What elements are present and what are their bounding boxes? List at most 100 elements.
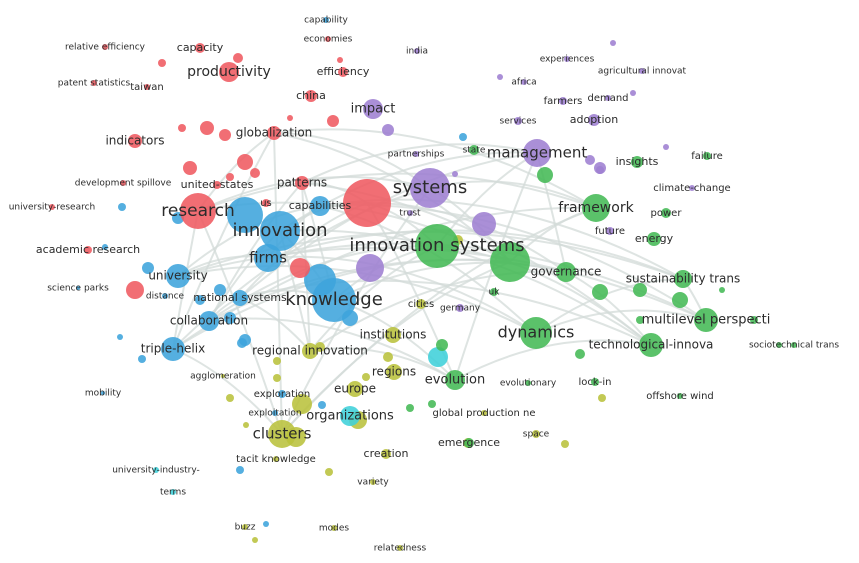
- node-label[interactable]: sustainability trans: [626, 272, 741, 286]
- node-circle[interactable]: [610, 40, 616, 46]
- node-circle[interactable]: [233, 53, 243, 63]
- node-label[interactable]: organizations: [306, 409, 394, 424]
- node-label[interactable]: exploitation: [248, 409, 301, 419]
- node-circle[interactable]: [356, 254, 384, 282]
- node-label[interactable]: development spillove: [75, 179, 172, 189]
- node-circle[interactable]: [252, 537, 258, 543]
- node-circle[interactable]: [561, 440, 569, 448]
- node-label[interactable]: emergence: [438, 436, 500, 449]
- node-label[interactable]: africa: [511, 78, 536, 88]
- node-label[interactable]: university-industry-: [112, 466, 200, 476]
- node-label[interactable]: distance: [146, 292, 185, 302]
- node-label[interactable]: patent statistics: [58, 79, 131, 89]
- node-label[interactable]: insights: [616, 155, 659, 168]
- node-label[interactable]: globalization: [236, 126, 313, 140]
- node-label[interactable]: indicators: [105, 134, 164, 148]
- node-label[interactable]: innovation systems: [349, 235, 524, 256]
- node-label[interactable]: productivity: [187, 64, 271, 80]
- node-label[interactable]: buzz: [235, 523, 256, 533]
- node-label[interactable]: us: [260, 198, 272, 209]
- node-circle[interactable]: [596, 166, 604, 174]
- node-label[interactable]: regional innovation: [252, 344, 368, 358]
- node-circle[interactable]: [200, 121, 214, 135]
- node-label[interactable]: knowledge: [285, 289, 383, 310]
- node-circle[interactable]: [226, 394, 234, 402]
- node-label[interactable]: energy: [635, 232, 674, 245]
- node-label[interactable]: governance: [531, 265, 602, 279]
- node-label[interactable]: institutions: [360, 328, 427, 342]
- node-label[interactable]: patterns: [277, 176, 327, 190]
- node-label[interactable]: collaboration: [170, 314, 248, 328]
- node-circle[interactable]: [219, 129, 231, 141]
- network-canvas[interactable]: relative efficiency capacity productivity p…: [0, 0, 859, 563]
- node-label[interactable]: innovation: [233, 220, 328, 241]
- node-label[interactable]: science parks: [47, 284, 109, 294]
- node-label[interactable]: tacit knowledge: [236, 454, 316, 465]
- node-circle[interactable]: [126, 281, 144, 299]
- node-label[interactable]: climate-change: [653, 183, 730, 194]
- node-label[interactable]: failure: [691, 151, 723, 162]
- node-circle[interactable]: [428, 400, 436, 408]
- node-label[interactable]: agglomeration: [190, 372, 256, 382]
- node-label[interactable]: capability: [304, 16, 348, 26]
- node-circle[interactable]: [117, 334, 123, 340]
- node-circle[interactable]: [497, 74, 503, 80]
- node-label[interactable]: university: [148, 269, 207, 283]
- node-circle[interactable]: [237, 338, 247, 348]
- node-circle[interactable]: [138, 355, 146, 363]
- node-label[interactable]: management: [487, 144, 588, 162]
- node-label[interactable]: regions: [372, 365, 416, 379]
- node-label[interactable]: mobility: [85, 389, 122, 399]
- node-circle[interactable]: [250, 168, 260, 178]
- node-label[interactable]: space: [523, 430, 550, 440]
- node-circle[interactable]: [118, 203, 126, 211]
- node-label[interactable]: lock-in: [579, 377, 612, 388]
- node-circle[interactable]: [537, 167, 553, 183]
- node-label[interactable]: adoption: [570, 113, 619, 126]
- node-label[interactable]: evolution: [425, 373, 485, 388]
- node-label[interactable]: experiences: [540, 55, 595, 65]
- node-circle[interactable]: [158, 59, 166, 67]
- node-label[interactable]: global production ne: [432, 408, 535, 419]
- node-label[interactable]: capabilities: [289, 199, 352, 212]
- node-label[interactable]: state: [463, 146, 486, 156]
- node-circle[interactable]: [459, 133, 467, 141]
- node-label[interactable]: partnerships: [388, 150, 445, 160]
- node-label[interactable]: china: [296, 89, 326, 102]
- node-circle[interactable]: [575, 349, 585, 359]
- node-circle[interactable]: [287, 115, 293, 121]
- node-circle[interactable]: [663, 144, 669, 150]
- node-label[interactable]: firms: [249, 249, 287, 267]
- node-circle[interactable]: [290, 258, 310, 278]
- node-label[interactable]: economies: [304, 35, 353, 45]
- node-label[interactable]: university-research: [9, 203, 96, 213]
- node-label[interactable]: uk: [489, 288, 501, 298]
- node-label[interactable]: impact: [351, 102, 396, 117]
- node-circle[interactable]: [382, 124, 394, 136]
- node-circle[interactable]: [243, 422, 249, 428]
- node-circle[interactable]: [325, 468, 333, 476]
- node-circle[interactable]: [337, 57, 343, 63]
- node-circle[interactable]: [263, 521, 269, 527]
- node-label[interactable]: academic research: [36, 243, 140, 256]
- node-label[interactable]: efficiency: [317, 65, 370, 78]
- node-label[interactable]: sociotechnical trans: [749, 341, 839, 351]
- node-label[interactable]: taiwan: [130, 82, 163, 93]
- node-label[interactable]: national systems: [193, 291, 287, 304]
- node-circle[interactable]: [598, 394, 606, 402]
- node-circle[interactable]: [178, 124, 186, 132]
- node-label[interactable]: power: [651, 208, 683, 219]
- node-label[interactable]: clusters: [253, 425, 312, 443]
- node-label[interactable]: modes: [319, 524, 350, 534]
- node-label[interactable]: offshore wind: [646, 391, 714, 402]
- node-label[interactable]: capacity: [177, 41, 224, 54]
- node-label[interactable]: germany: [440, 304, 481, 314]
- node-label[interactable]: research: [161, 201, 235, 221]
- node-circle[interactable]: [362, 373, 370, 381]
- node-label[interactable]: evolutionary: [500, 379, 557, 389]
- node-label[interactable]: trust: [399, 209, 421, 219]
- node-circle[interactable]: [383, 352, 393, 362]
- node-circle[interactable]: [273, 374, 281, 382]
- node-circle[interactable]: [183, 161, 197, 175]
- node-label[interactable]: exploration: [254, 389, 311, 400]
